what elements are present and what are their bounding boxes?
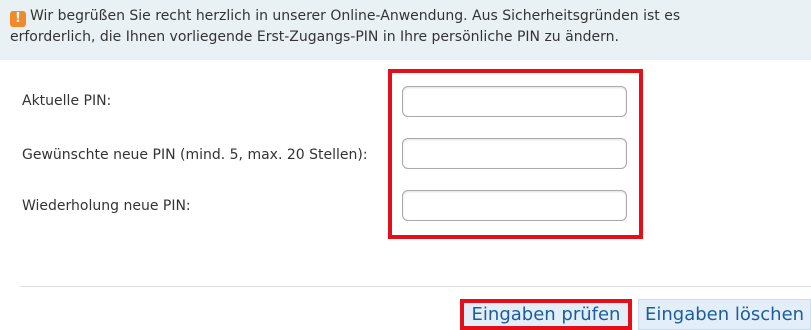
new-pin-label: Gewünschte neue PIN (mind. 5, max. 20 St… xyxy=(22,147,368,163)
clear-inputs-button[interactable]: Eingaben löschen xyxy=(638,299,811,330)
repeat-pin-label: Wiederholung neue PIN: xyxy=(22,198,191,214)
new-pin-input[interactable] xyxy=(402,138,627,169)
current-pin-input[interactable] xyxy=(402,86,627,117)
footer-divider xyxy=(20,286,811,287)
info-notice: ! Wir begrüßen Sie recht herzlich in unse… xyxy=(0,0,811,60)
pin-change-page: ! Wir begrüßen Sie recht herzlich in unse… xyxy=(0,0,811,330)
repeat-pin-input[interactable] xyxy=(402,190,627,221)
exclamation-icon: ! xyxy=(10,11,26,27)
notice-text-line2: erforderlich, die Ihnen vorliegende Erst… xyxy=(10,29,619,45)
notice-text-line1: Wir begrüßen Sie recht herzlich in unser… xyxy=(30,8,681,24)
current-pin-label: Aktuelle PIN: xyxy=(22,93,112,109)
check-inputs-button[interactable]: Eingaben prüfen xyxy=(460,299,632,330)
